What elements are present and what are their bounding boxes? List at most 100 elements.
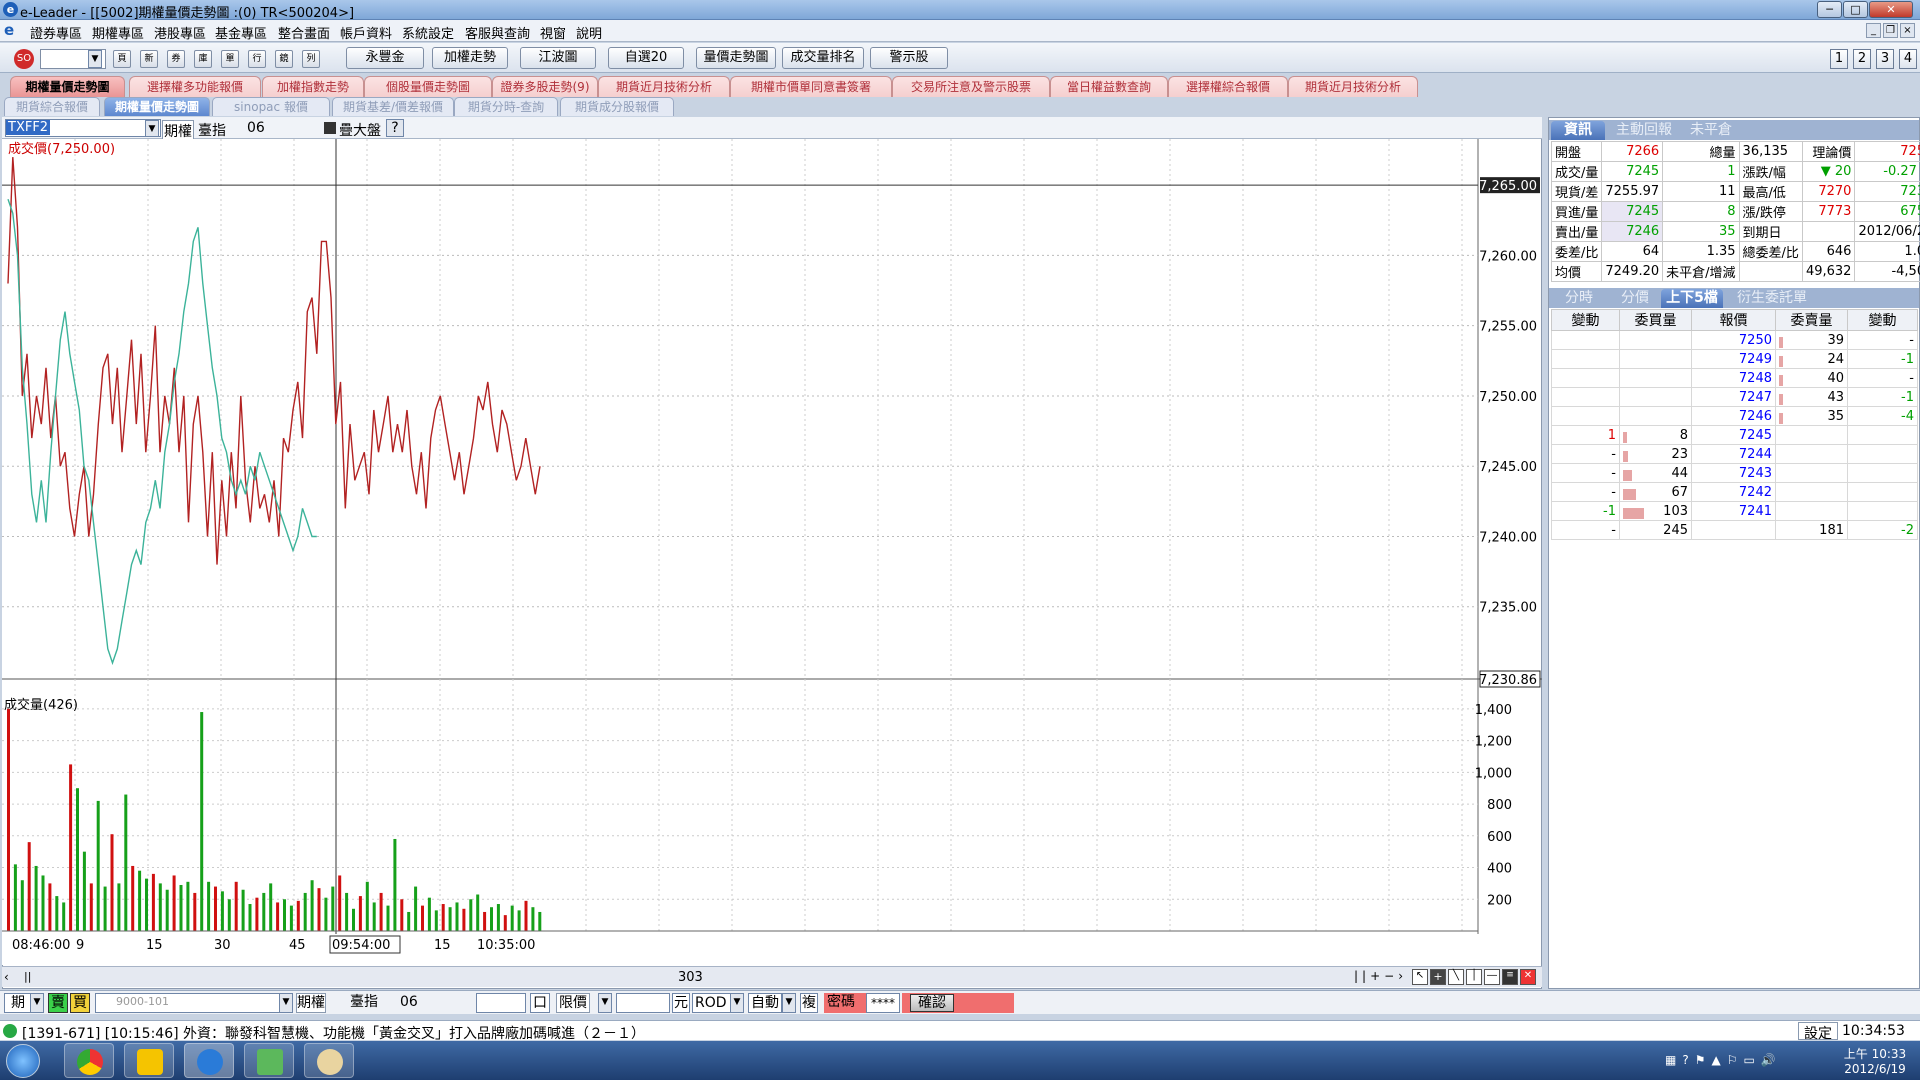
chevron-down-icon[interactable]: ▼	[782, 993, 796, 1013]
chart-tools-icons[interactable]: ||+−›	[1354, 969, 1407, 983]
layout-button-1[interactable]: 1	[1830, 49, 1848, 69]
toolbar-tool-icon-3[interactable]: 庫	[194, 50, 212, 68]
help-button[interactable]: ?	[386, 119, 404, 137]
subtab-5[interactable]: 期貨成分股報價	[560, 97, 674, 116]
ask-price[interactable]: 7250	[1691, 330, 1776, 350]
toolbar-tool-icon-4[interactable]: 單	[221, 50, 239, 68]
tab-10[interactable]: 期貨近月技術分析	[1288, 76, 1418, 97]
book-tab-2[interactable]: 上下5檔	[1661, 289, 1723, 308]
app-menu-icon[interactable]: e	[4, 22, 20, 38]
menu-item-4[interactable]: 整合畫面	[278, 23, 330, 42]
tab-7[interactable]: 交易所注意及警示股票	[892, 76, 1050, 97]
subtab-0[interactable]: 期貨綜合報價	[4, 97, 100, 116]
buy-button[interactable]: 買	[70, 993, 90, 1013]
lot-checkbox[interactable]: 口	[530, 993, 550, 1013]
toolbar-button-2[interactable]: 江波圖	[520, 47, 596, 69]
menu-item-9[interactable]: 說明	[576, 23, 602, 42]
layout-button-4[interactable]: 4	[1899, 49, 1917, 69]
toolbar-button-1[interactable]: 加權走勢	[432, 47, 508, 69]
hline-tool-icon[interactable]: ―	[1484, 969, 1500, 985]
menu-item-8[interactable]: 視窗	[540, 23, 566, 42]
tab-0[interactable]: 期權量價走勢圖	[10, 76, 125, 97]
scroll-thumb[interactable]: ||	[24, 970, 31, 983]
tab-8[interactable]: 當日權益數查詢	[1050, 76, 1168, 97]
toolbar-button-3[interactable]: 自選20	[608, 47, 684, 69]
clear-tool-icon[interactable]: ✕	[1520, 969, 1536, 985]
menu-item-0[interactable]: 證券專區	[30, 23, 82, 42]
crosshair-tool-icon[interactable]: +	[1430, 969, 1446, 985]
subtab-3[interactable]: 期貨基差/價差報價	[332, 97, 454, 116]
toolbar-tool-icon-1[interactable]: 新	[140, 50, 158, 68]
password-input[interactable]: ****	[866, 993, 900, 1013]
settings-button[interactable]: 設定	[1798, 1022, 1838, 1042]
tab-3[interactable]: 個股量價走勢圖	[364, 76, 492, 97]
menu-item-5[interactable]: 帳戶資料	[340, 23, 392, 42]
toolbar-button-0[interactable]: 永豐金	[346, 47, 424, 69]
taskbar-chrome[interactable]	[64, 1043, 114, 1078]
mdi-minimize-icon[interactable]: _	[1866, 23, 1881, 38]
chart-scrollbar[interactable]: ‹ || 303 ||+−› ↖ + ╲ │ ― ≡ ✕	[2, 966, 1542, 987]
scroll-left-icon[interactable]: ‹	[4, 970, 9, 984]
toolbar-button-4[interactable]: 量價走勢圖	[696, 47, 776, 69]
vline-tool-icon[interactable]: │	[1466, 969, 1482, 985]
bid-price[interactable]: 7245	[1691, 425, 1776, 445]
maximize-button[interactable]: □	[1843, 1, 1868, 18]
price-input[interactable]	[616, 993, 670, 1013]
bid-price[interactable]: 7243	[1691, 463, 1776, 483]
mdi-restore-icon[interactable]: ❐	[1883, 23, 1898, 38]
taskbar-network[interactable]	[244, 1043, 294, 1078]
book-tab-3[interactable]: 衍生委託單	[1727, 289, 1817, 308]
chevron-down-icon[interactable]: ▼	[279, 993, 293, 1013]
bid-price[interactable]: 7242	[1691, 482, 1776, 502]
sell-button[interactable]: 賣	[48, 993, 68, 1013]
quantity-input[interactable]	[476, 993, 526, 1013]
layout-button-3[interactable]: 3	[1876, 49, 1894, 69]
layout-button-2[interactable]: 2	[1853, 49, 1871, 69]
quote-tab-1[interactable]: 主動回報	[1609, 121, 1679, 140]
rod-select[interactable]: ROD	[692, 993, 732, 1013]
chevron-down-icon[interactable]: ▼	[730, 993, 744, 1013]
ask-price[interactable]: 7246	[1691, 406, 1776, 426]
taskbar-app[interactable]	[124, 1043, 174, 1078]
auto-select[interactable]: 自動	[748, 993, 782, 1013]
tab-2[interactable]: 加權指數走勢	[262, 76, 364, 97]
overlay-checkbox[interactable]	[324, 122, 336, 134]
tab-4[interactable]: 證券多股走勢(9)	[492, 76, 598, 97]
account-input[interactable]: 9000-101	[95, 993, 285, 1013]
news-headline[interactable]: [1391-671] [10:15:46] 外資：聯發科智慧機、功能機「黃金交叉…	[22, 1023, 645, 1043]
ask-price[interactable]: 7247	[1691, 387, 1776, 407]
toolbar-tool-icon-6[interactable]: 鏡	[275, 50, 293, 68]
book-tab-1[interactable]: 分價	[1611, 289, 1659, 308]
menu-item-7[interactable]: 客服與查詢	[465, 23, 530, 42]
tab-1[interactable]: 選擇權多功能報價	[129, 76, 261, 97]
menu-item-6[interactable]: 系統設定	[402, 23, 454, 42]
chevron-down-icon[interactable]: ▼	[88, 50, 102, 68]
toolbar-button-6[interactable]: 警示股	[870, 47, 948, 69]
mdi-close-icon[interactable]: ×	[1900, 23, 1915, 38]
menu-item-3[interactable]: 基金專區	[215, 23, 267, 42]
pointer-tool-icon[interactable]: ↖	[1412, 969, 1428, 985]
subtab-4[interactable]: 期貨分時-查詢	[454, 97, 558, 116]
menu-item-1[interactable]: 期權專區	[92, 23, 144, 42]
chevron-down-icon[interactable]: ▼	[598, 993, 612, 1013]
toolbar-tool-icon-2[interactable]: 券	[167, 50, 185, 68]
taskbar-ie[interactable]	[184, 1043, 234, 1078]
close-button[interactable]: ✕	[1869, 1, 1913, 18]
line-tool-icon[interactable]: ╲	[1448, 969, 1464, 985]
menu-item-2[interactable]: 港股專區	[154, 23, 206, 42]
toolbar-button-5[interactable]: 成交量排名	[782, 47, 864, 69]
copy-button[interactable]: 複	[800, 993, 818, 1013]
settings-tool-icon[interactable]: ≡	[1502, 969, 1518, 985]
ask-price[interactable]: 7249	[1691, 349, 1776, 369]
quote-tab-0[interactable]: 資訊	[1551, 121, 1605, 140]
book-tab-0[interactable]: 分時	[1551, 289, 1607, 308]
ask-price[interactable]: 7248	[1691, 368, 1776, 388]
product-type-select[interactable]: 期	[4, 993, 32, 1013]
subtab-2[interactable]: sinopac 報價	[212, 97, 330, 116]
sinopac-logo-icon[interactable]: SO	[14, 49, 34, 69]
price-type-select[interactable]: 限價	[556, 993, 590, 1013]
toolbar-tool-icon-5[interactable]: 行	[248, 50, 266, 68]
chevron-down-icon[interactable]: ▼	[145, 120, 159, 137]
toolbar-tool-icon-0[interactable]: 頁	[113, 50, 131, 68]
taskbar-paint[interactable]	[304, 1043, 354, 1078]
